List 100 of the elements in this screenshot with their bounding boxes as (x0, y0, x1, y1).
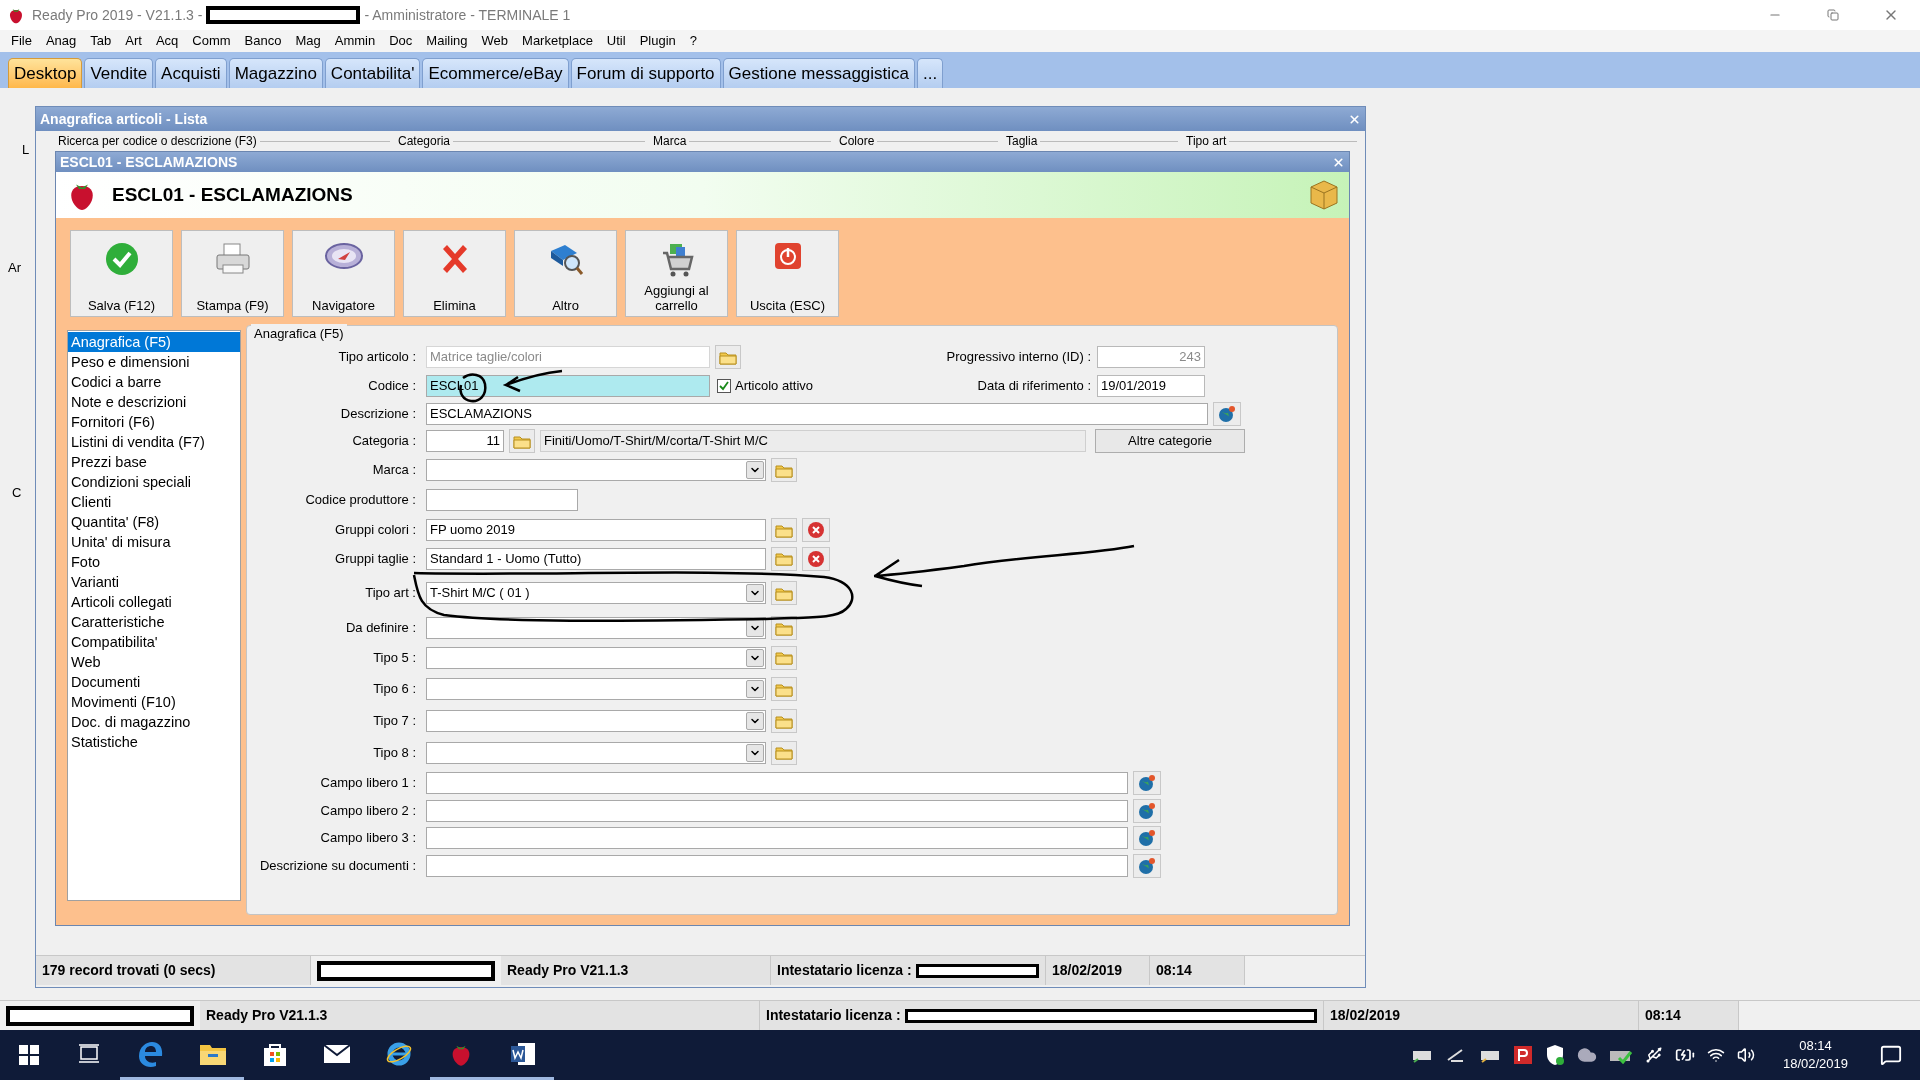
menu-item[interactable]: Art (118, 31, 149, 51)
section-list-item[interactable]: Web (68, 652, 240, 672)
section-list-item[interactable]: Listini di vendita (F7) (68, 432, 240, 452)
articolo-attivo-checkbox[interactable]: Articolo attivo (717, 376, 814, 396)
menu-item[interactable]: File (4, 31, 39, 51)
tab[interactable]: ... (917, 58, 944, 88)
section-list-item[interactable]: Anagrafica (F5) (68, 332, 240, 352)
close-button[interactable] (1348, 112, 1361, 126)
status-segment: 18/02/2019 (1324, 1001, 1639, 1030)
text-field[interactable]: 19/01/2019 (1097, 375, 1205, 397)
section-list-item[interactable]: Doc. di magazzino (68, 712, 240, 732)
toolbar-button[interactable]: Aggiungi al carrello (625, 230, 728, 317)
text-field[interactable]: 243 (1097, 346, 1205, 368)
menu-item[interactable]: Banco (237, 31, 289, 51)
clear-icon (807, 521, 825, 539)
section-list-item[interactable]: Statistiche (68, 732, 240, 752)
section-list-item[interactable]: Quantita' (F8) (68, 512, 240, 532)
dropdown-field[interactable] (426, 646, 766, 669)
globe-button[interactable] (1133, 770, 1161, 795)
section-list-item[interactable]: Varianti (68, 572, 240, 592)
text-field[interactable]: ESCLAMAZIONS (426, 402, 1208, 425)
menu-item[interactable]: Mag (288, 31, 328, 51)
menu-item[interactable]: Doc (382, 31, 420, 51)
tab[interactable]: Acquisti (155, 58, 227, 88)
toolbar-button[interactable]: Salva (F12) (70, 230, 173, 317)
globe-button[interactable] (1133, 853, 1161, 878)
section-list-item[interactable]: Caratteristiche (68, 612, 240, 632)
field-label: Categoria : (351, 432, 417, 451)
folder-button[interactable] (771, 616, 797, 640)
menu-item[interactable]: Plugin (632, 31, 683, 51)
section-list-item[interactable]: Articoli collegati (68, 592, 240, 612)
section-list-item[interactable]: Foto (68, 552, 240, 572)
tab[interactable]: Forum di supporto (570, 58, 721, 88)
globe-button[interactable] (1133, 825, 1161, 850)
text-field[interactable]: Standard 1 - Uomo (Tutto) (426, 547, 766, 570)
field-label: Tipo 5 : (372, 648, 417, 667)
filter-group-title: Taglia (1006, 133, 1038, 150)
altre-categorie-button[interactable]: Altre categorie (1095, 429, 1245, 453)
field-label: Gruppi colori : (334, 521, 417, 540)
dropdown-field[interactable] (426, 741, 766, 764)
section-list-item[interactable]: Codici a barre (68, 372, 240, 392)
text-field[interactable]: FP uomo 2019 (426, 519, 766, 541)
status-segment: 18/02/2019 (1046, 956, 1150, 985)
section-list-item[interactable]: Unita' di misura (68, 532, 240, 552)
field-label: Campo libero 1 : (319, 773, 417, 792)
text-field[interactable] (426, 799, 1128, 822)
toolbar-button[interactable]: Elimina (403, 230, 506, 317)
tab[interactable]: Gestione messaggistica (722, 58, 916, 88)
close-button[interactable] (1332, 155, 1345, 169)
text-field[interactable]: ESCL01 (426, 375, 710, 397)
menu-item[interactable]: Anag (38, 31, 84, 51)
tab[interactable]: Magazzino (228, 58, 323, 88)
toolbar-button[interactable]: Altro (514, 230, 617, 317)
category-number-field[interactable]: 11 (426, 430, 504, 452)
text-field[interactable] (426, 771, 1128, 794)
dropdown-field[interactable] (426, 710, 766, 732)
globe-button[interactable] (1133, 798, 1161, 823)
menu-item[interactable]: Comm (185, 31, 238, 51)
tab[interactable]: Ecommerce/eBay (422, 58, 569, 88)
section-list-item[interactable]: Movimenti (F10) (68, 692, 240, 712)
taskbar-clock[interactable]: 08:14 18/02/2019 (1776, 1037, 1854, 1073)
tab[interactable]: Vendite (84, 58, 154, 88)
menu-item[interactable]: Util (599, 31, 633, 51)
section-list-item[interactable]: Compatibilita' (68, 632, 240, 652)
section-list-item[interactable]: Condizioni speciali (68, 472, 240, 492)
menu-item[interactable]: Marketplace (515, 31, 600, 51)
section-list-item[interactable]: Fornitori (F6) (68, 412, 240, 432)
text-field[interactable] (426, 489, 578, 511)
toolbar-button[interactable]: Stampa (F9) (181, 230, 284, 317)
dropdown-field[interactable]: T-Shirt M/C ( 01 ) (426, 582, 766, 604)
folder-icon (775, 585, 793, 601)
clear-button[interactable] (802, 518, 830, 542)
menu-item[interactable]: Ammin (327, 31, 383, 51)
section-list-item[interactable]: Peso e dimensioni (68, 352, 240, 372)
dropdown-field[interactable] (426, 678, 766, 700)
tab[interactable]: Desktop (8, 58, 83, 88)
menu-item[interactable]: Mailing (419, 31, 475, 51)
window-title: - Amministratore - TERMINALE 1 (364, 5, 571, 25)
text-field[interactable]: Matrice taglie/colori (426, 346, 710, 368)
toolbar-button[interactable]: Uscita (ESC) (736, 230, 839, 317)
toolbar-button[interactable]: Navigatore (292, 230, 395, 317)
tab[interactable]: Contabilita' (324, 58, 421, 88)
section-list-item[interactable]: Documenti (68, 672, 240, 692)
close-icon (1348, 112, 1361, 126)
status-segment: 08:14 (1150, 956, 1245, 985)
partial-label: C (12, 484, 22, 502)
menu-item[interactable]: Acq (148, 31, 186, 51)
menu-item[interactable]: ? (682, 31, 704, 51)
partial-label: L (22, 141, 30, 159)
section-list-item[interactable]: Clienti (68, 492, 240, 512)
menu-item[interactable]: Tab (83, 31, 119, 51)
globe-button[interactable] (1213, 401, 1241, 426)
status-segment: 179 record trovati (0 secs) (36, 956, 311, 985)
dropdown-field[interactable] (426, 459, 766, 481)
section-list-item[interactable]: Note e descrizioni (68, 392, 240, 412)
text-field[interactable] (426, 854, 1128, 877)
menu-item[interactable]: Web (474, 31, 516, 51)
section-list-item[interactable]: Prezzi base (68, 452, 240, 472)
clear-button[interactable] (802, 546, 830, 571)
text-field[interactable] (426, 826, 1128, 849)
